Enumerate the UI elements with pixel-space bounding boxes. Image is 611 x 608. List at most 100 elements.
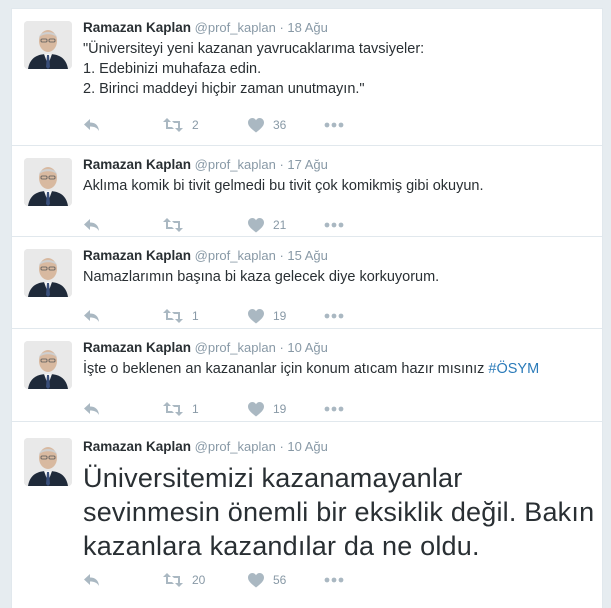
timestamp[interactable]: 10 Ağu: [287, 340, 328, 355]
fullname[interactable]: Ramazan Kaplan: [83, 340, 191, 355]
more-button[interactable]: [324, 571, 344, 589]
retweet-count: 1: [192, 402, 199, 416]
like-count: 19: [273, 402, 287, 416]
retweet-icon: [163, 118, 183, 132]
fullname[interactable]: Ramazan Kaplan: [83, 20, 191, 35]
reply-icon: [83, 572, 101, 588]
like-button[interactable]: 36: [248, 116, 286, 134]
tweet[interactable]: Ramazan Kaplan @prof_kaplan · 15 Ağu Nam…: [12, 236, 602, 328]
heart-icon: [248, 217, 264, 233]
separator: ·: [279, 157, 284, 172]
fullname[interactable]: Ramazan Kaplan: [83, 157, 191, 172]
retweet-button[interactable]: 1: [163, 400, 199, 418]
tweet-text: "Üniversiteyi yeni kazanan yavrucaklarım…: [83, 39, 424, 99]
retweet-button[interactable]: 2: [163, 116, 199, 134]
tweet-text-line: Aklıma komik bi tivit gelmedi bu tivit ç…: [83, 178, 484, 194]
reply-button[interactable]: [83, 571, 101, 589]
retweet-count: 20: [192, 573, 206, 587]
heart-icon: [248, 117, 264, 133]
tweet-text-line: Üniversitemizi kazanamayanlar: [83, 463, 463, 493]
timeline: Ramazan Kaplan @prof_kaplan · 18 Ağu "Ün…: [11, 8, 603, 608]
retweet-count: 1: [192, 309, 199, 323]
reply-icon: [83, 308, 101, 324]
tweet-text-line: kazanlara kazandılar da ne oldu.: [83, 531, 480, 561]
retweet-button[interactable]: 20: [163, 571, 205, 589]
username[interactable]: @prof_kaplan: [195, 248, 276, 263]
heart-icon: [248, 308, 264, 324]
retweet-icon: [163, 309, 183, 323]
username[interactable]: @prof_kaplan: [195, 340, 276, 355]
separator: ·: [279, 439, 284, 454]
tweet-text-line: sevinmesin önemli bir eksiklik değil. Ba…: [83, 497, 595, 527]
retweet-button[interactable]: [163, 216, 192, 234]
more-button[interactable]: [324, 216, 344, 234]
tweet-text-line: 2. Birinci maddeyi hiçbir zaman unutmayı…: [83, 81, 365, 97]
like-button[interactable]: 56: [248, 571, 286, 589]
retweet-icon: [163, 218, 183, 232]
fullname[interactable]: Ramazan Kaplan: [83, 248, 191, 263]
avatar[interactable]: [24, 438, 72, 486]
timestamp[interactable]: 15 Ağu: [287, 248, 328, 263]
tweet-header: Ramazan Kaplan @prof_kaplan · 10 Ağu: [83, 438, 328, 456]
like-count: 21: [273, 218, 287, 232]
reply-icon: [83, 217, 101, 233]
like-button[interactable]: 19: [248, 400, 286, 418]
avatar[interactable]: [24, 158, 72, 206]
avatar[interactable]: [24, 249, 72, 297]
separator: ·: [279, 248, 284, 263]
like-button[interactable]: 21: [248, 216, 286, 234]
tweet-text-line: Namazlarımın başına bi kaza gelecek diye…: [83, 269, 440, 285]
tweet[interactable]: Ramazan Kaplan @prof_kaplan · 10 Ağu Üni…: [12, 421, 602, 608]
more-button[interactable]: [324, 116, 344, 134]
hashtag-link[interactable]: #ÖSYM: [488, 361, 539, 377]
like-count: 56: [273, 573, 287, 587]
separator: ·: [279, 340, 284, 355]
retweet-button[interactable]: 1: [163, 307, 199, 325]
heart-icon: [248, 572, 264, 588]
username[interactable]: @prof_kaplan: [195, 157, 276, 172]
tweet-text: Namazlarımın başına bi kaza gelecek diye…: [83, 267, 439, 287]
timestamp[interactable]: 18 Ağu: [287, 20, 328, 35]
reply-icon: [83, 401, 101, 417]
reply-button[interactable]: [83, 116, 101, 134]
tweet-text: Üniversitemizi kazanamayanlar sevinmesin…: [83, 461, 594, 563]
tweet[interactable]: Ramazan Kaplan @prof_kaplan · 17 Ağu Akl…: [12, 145, 602, 236]
username[interactable]: @prof_kaplan: [195, 439, 276, 454]
tweet-text: Aklıma komik bi tivit gelmedi bu tivit ç…: [83, 176, 484, 196]
more-icon: [324, 313, 344, 319]
tweet-text-line: "Üniversiteyi yeni kazanan yavrucaklarım…: [83, 41, 425, 57]
more-icon: [324, 122, 344, 128]
like-count: 36: [273, 118, 287, 132]
tweet[interactable]: Ramazan Kaplan @prof_kaplan · 18 Ağu "Ün…: [12, 8, 602, 145]
tweet-header: Ramazan Kaplan @prof_kaplan · 17 Ağu: [83, 156, 328, 174]
avatar[interactable]: [24, 341, 72, 389]
more-icon: [324, 406, 344, 412]
tweet-text-line: 1. Edebinizi muhafaza edin.: [83, 61, 262, 77]
like-button[interactable]: 19: [248, 307, 286, 325]
tweet[interactable]: Ramazan Kaplan @prof_kaplan · 10 Ağu İşt…: [12, 328, 602, 421]
tweet-text: İşte o beklenen an kazananlar için konum…: [83, 359, 539, 379]
retweet-icon: [163, 573, 183, 587]
reply-button[interactable]: [83, 216, 101, 234]
heart-icon: [248, 401, 264, 417]
fullname[interactable]: Ramazan Kaplan: [83, 439, 191, 454]
tweet-text-line: İşte o beklenen an kazananlar için konum…: [83, 361, 485, 377]
retweet-count: 2: [192, 118, 199, 132]
tweet-header: Ramazan Kaplan @prof_kaplan · 10 Ağu: [83, 339, 328, 357]
username[interactable]: @prof_kaplan: [195, 20, 276, 35]
more-icon: [324, 577, 344, 583]
reply-button[interactable]: [83, 307, 101, 325]
timestamp[interactable]: 17 Ağu: [287, 157, 328, 172]
reply-button[interactable]: [83, 400, 101, 418]
avatar[interactable]: [24, 21, 72, 69]
like-count: 19: [273, 309, 287, 323]
more-button[interactable]: [324, 307, 344, 325]
more-button[interactable]: [324, 400, 344, 418]
more-icon: [324, 222, 344, 228]
tweet-header: Ramazan Kaplan @prof_kaplan · 15 Ağu: [83, 247, 328, 265]
reply-icon: [83, 117, 101, 133]
timestamp[interactable]: 10 Ağu: [287, 439, 328, 454]
tweet-header: Ramazan Kaplan @prof_kaplan · 18 Ağu: [83, 19, 328, 37]
retweet-icon: [163, 402, 183, 416]
separator: ·: [279, 20, 284, 35]
